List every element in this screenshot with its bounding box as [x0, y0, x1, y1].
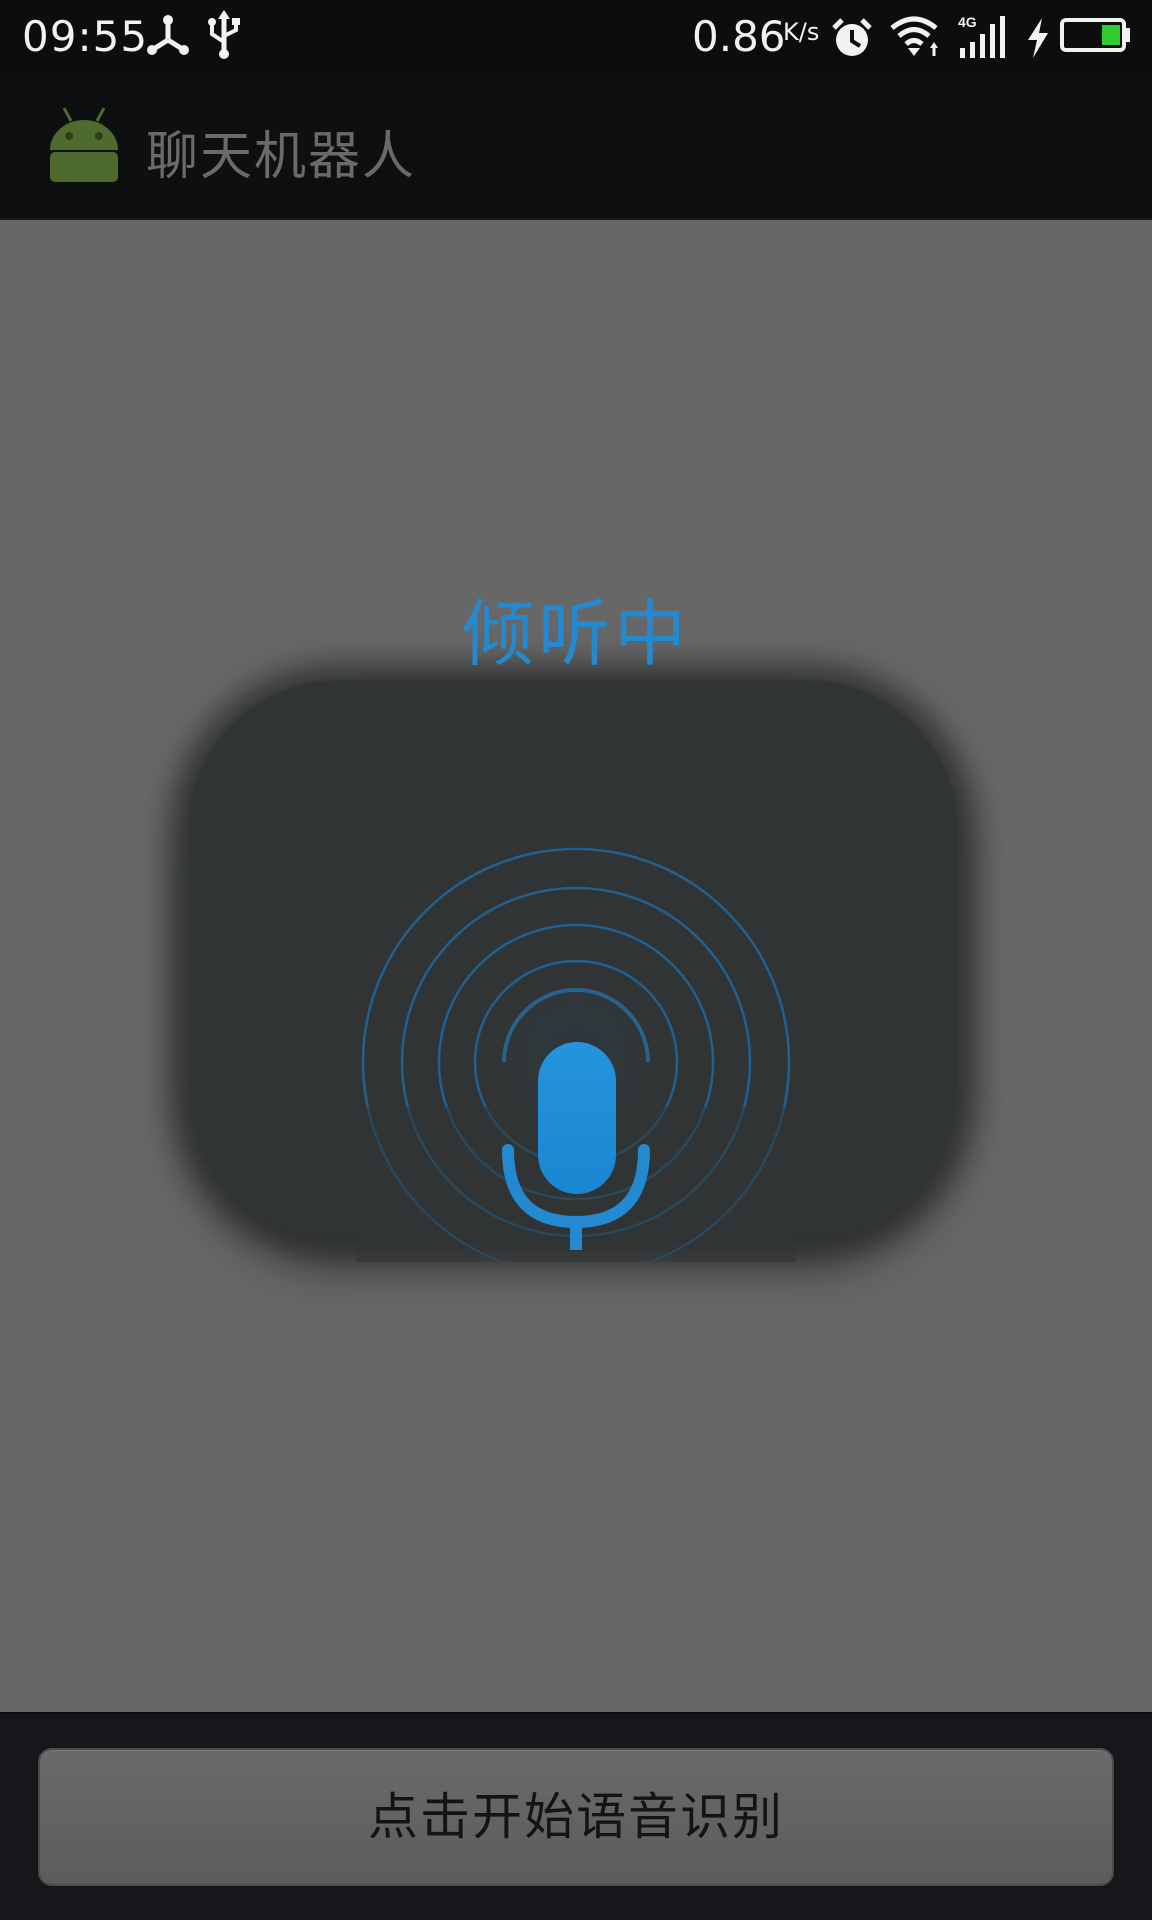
- screen: 09:55 0.86 K/s 4G 聊天机器人 倾听中 点击开始语音识别: [0, 0, 1152, 1920]
- network-speed-unit: K/s: [783, 18, 820, 46]
- bottom-bar: 点击开始语音识别: [0, 1712, 1152, 1920]
- start-button-label: 点击开始语音识别: [368, 1788, 784, 1846]
- android-logo-icon: [50, 107, 118, 182]
- network-type-label: 4G: [958, 14, 977, 30]
- status-bar: 09:55 0.86 K/s 4G: [0, 0, 1152, 74]
- charging-icon: [1028, 18, 1048, 58]
- usb-icon: [208, 10, 240, 59]
- listening-title: 倾听中: [461, 592, 690, 676]
- hotspot-icon: [147, 15, 189, 55]
- signal-icon: 4G: [958, 14, 1005, 58]
- status-time: 09:55: [22, 12, 149, 61]
- alarm-icon: [832, 18, 872, 56]
- app-title: 聊天机器人: [146, 127, 417, 187]
- battery-icon: [1060, 18, 1130, 52]
- network-speed: 0.86: [692, 12, 786, 61]
- wifi-icon: [890, 16, 938, 56]
- action-bar: 聊天机器人: [0, 74, 1152, 220]
- start-voice-recognition-button[interactable]: 点击开始语音识别: [38, 1748, 1114, 1886]
- microphone-icon[interactable]: [356, 842, 796, 1262]
